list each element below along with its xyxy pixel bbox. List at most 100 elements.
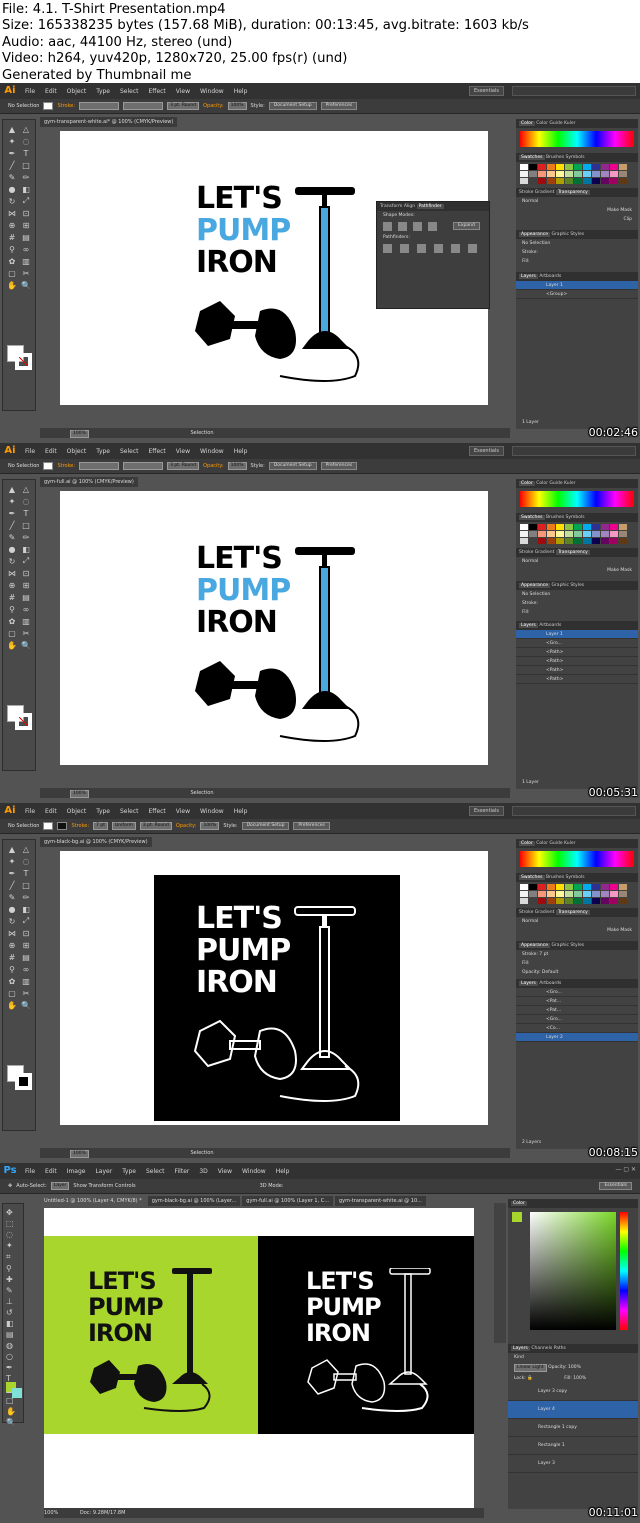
marquee-tool-icon[interactable]: ⬚	[6, 1219, 20, 1228]
layer-row[interactable]: Layer 1	[516, 281, 638, 290]
tab-transparency[interactable]: Transparency	[555, 550, 590, 555]
gradient-icon[interactable]: ▤	[20, 592, 32, 602]
swatch-cell[interactable]	[610, 164, 618, 170]
swatch-cell[interactable]	[583, 531, 591, 537]
swatch-cell[interactable]	[547, 898, 555, 904]
blend-icon[interactable]: ∞	[20, 244, 32, 254]
document-tab[interactable]: gym-black-bg.ai @ 100% (CMYK/Preview)	[40, 837, 152, 847]
healing-brush-icon[interactable]: ✚	[6, 1275, 20, 1284]
swatch-cell[interactable]	[520, 538, 528, 544]
tab-brushes[interactable]: Brushes	[546, 155, 564, 160]
menu-select[interactable]: Select	[141, 1168, 170, 1175]
fill-swatch[interactable]	[43, 462, 54, 470]
auto-select-checkbox[interactable]: Auto-Select:	[16, 1183, 47, 1189]
rectangle-tool-icon[interactable]: □	[20, 880, 32, 890]
tab-artboards[interactable]: Artboards	[539, 623, 561, 628]
tab-symbols[interactable]: Symbols	[565, 155, 584, 160]
appearance-stroke[interactable]: Stroke: 7 pt	[516, 950, 638, 959]
lasso-tool-icon[interactable]: ◌	[6, 1230, 20, 1239]
swatch-cell[interactable]	[592, 891, 600, 897]
pencil-icon[interactable]: ✏	[20, 892, 32, 902]
swatch-cell[interactable]	[601, 538, 609, 544]
layer-row[interactable]: <Path>	[516, 648, 638, 657]
appearance-fill[interactable]: Fill:	[516, 257, 638, 266]
color-spectrum[interactable]	[520, 491, 634, 507]
menu-edit[interactable]: Edit	[40, 1168, 62, 1175]
rotate-icon[interactable]: ↻	[6, 556, 18, 566]
swatch-cell[interactable]	[565, 891, 573, 897]
tab-channels[interactable]: Channels	[531, 1346, 552, 1351]
intersect-icon[interactable]	[413, 222, 422, 231]
swatch-cell[interactable]	[529, 178, 537, 184]
zoom-tool-icon[interactable]: 🔍	[20, 280, 32, 290]
tab-layers[interactable]: Layers	[519, 274, 538, 279]
brush-tool-icon[interactable]: ✎	[6, 1286, 20, 1295]
swatch-cell[interactable]	[520, 884, 528, 890]
eyedropper-icon[interactable]: ⚲	[6, 964, 18, 974]
symbol-sprayer-icon[interactable]: ✿	[6, 616, 18, 626]
trim-icon[interactable]	[400, 244, 409, 253]
menu-help[interactable]: Help	[271, 1168, 295, 1175]
type-tool-icon[interactable]: T	[20, 148, 32, 158]
menu-file[interactable]: File	[20, 88, 40, 95]
pencil-icon[interactable]: ✏	[20, 532, 32, 542]
swatch-cell[interactable]	[529, 164, 537, 170]
swatch-cell[interactable]	[610, 531, 618, 537]
tab-color-guide[interactable]: Color Guide	[536, 481, 562, 486]
fill-stroke-widget[interactable]	[7, 1065, 33, 1091]
swatch-cell[interactable]	[556, 538, 564, 544]
crop-tool-icon[interactable]: ⌗	[6, 1252, 20, 1262]
tab-swatches[interactable]: Swatches	[519, 515, 545, 520]
selection-tool-icon[interactable]: ▲	[6, 124, 18, 134]
swatch-cell[interactable]	[565, 171, 573, 177]
preferences-button[interactable]: Preferences	[320, 462, 358, 470]
tab-color[interactable]: Color	[519, 481, 535, 486]
clip-checkbox[interactable]: Clip	[516, 215, 638, 224]
swatch-cell[interactable]	[556, 164, 564, 170]
opacity-field[interactable]: 100%	[200, 822, 220, 830]
slice-icon[interactable]: ✂	[20, 988, 32, 998]
swatch-cell[interactable]	[601, 524, 609, 530]
perspective-icon[interactable]: ⊞	[20, 940, 32, 950]
swatch-cell[interactable]	[574, 898, 582, 904]
free-transform-icon[interactable]: ⊡	[20, 568, 32, 578]
artboard-tool-icon[interactable]: ▢	[6, 628, 18, 638]
dodge-icon[interactable]: ○	[6, 1352, 20, 1361]
swatch-cell[interactable]	[619, 531, 627, 537]
tab-layers[interactable]: Layers	[519, 981, 538, 986]
pen-tool-icon[interactable]: ✒	[6, 868, 18, 878]
magic-wand-icon[interactable]: ✦	[6, 136, 18, 146]
swatch-cell[interactable]	[529, 884, 537, 890]
swatch-cell[interactable]	[547, 538, 555, 544]
tab-symbols[interactable]: Symbols	[565, 875, 584, 880]
layer-row[interactable]: Rectangle 1 copy	[508, 1419, 638, 1437]
swatch-cell[interactable]	[592, 898, 600, 904]
tab-brushes[interactable]: Brushes	[546, 875, 564, 880]
search-input[interactable]	[512, 806, 636, 816]
stroke-swatch[interactable]	[57, 822, 68, 830]
menu-type[interactable]: Type	[91, 88, 115, 95]
swatch-cell[interactable]	[538, 891, 546, 897]
swatch-cell[interactable]	[538, 524, 546, 530]
perspective-icon[interactable]: ⊞	[20, 220, 32, 230]
tab-kuler[interactable]: Kuler	[564, 481, 575, 486]
menu-file[interactable]: File	[20, 1168, 40, 1175]
fill-value[interactable]: 100%	[573, 1376, 586, 1381]
line-tool-icon[interactable]: ╱	[6, 520, 18, 530]
window-controls[interactable]: — ▢ ✕	[615, 1166, 636, 1173]
zoom-tool-icon[interactable]: 🔍	[6, 1418, 20, 1427]
move-tool-icon[interactable]: ✥	[8, 1183, 12, 1189]
swatch-cell[interactable]	[592, 164, 600, 170]
crop-icon[interactable]	[434, 244, 443, 253]
opacity-value[interactable]: 100%	[568, 1365, 581, 1370]
swatch-cell[interactable]	[583, 891, 591, 897]
swatch-cell[interactable]	[583, 538, 591, 544]
swatch-cell[interactable]	[556, 531, 564, 537]
tab-color[interactable]: Color	[519, 121, 535, 126]
swatch-cell[interactable]	[619, 164, 627, 170]
kind-filter[interactable]: Kind	[508, 1353, 638, 1362]
swatch-cell[interactable]	[538, 898, 546, 904]
swatch-grid[interactable]	[520, 164, 634, 184]
blend-mode-select[interactable]: Normal	[516, 557, 638, 566]
stroke-label[interactable]: Stroke:	[57, 463, 75, 469]
